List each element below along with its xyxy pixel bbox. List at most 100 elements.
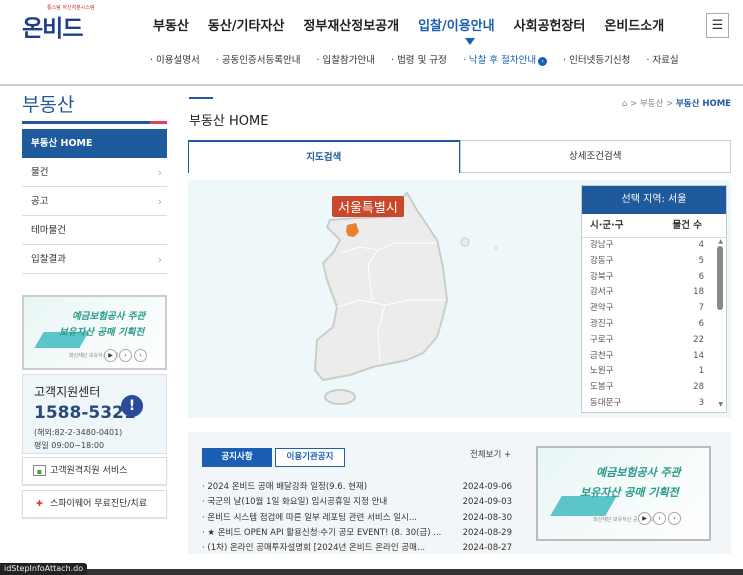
banner-line2: 보유자산 공매 기획전 bbox=[59, 327, 145, 338]
scroll-up-icon[interactable]: ▲ bbox=[718, 238, 723, 245]
region-row[interactable]: 금천구 14 bbox=[582, 349, 726, 365]
region-row[interactable]: 광진구 6 bbox=[582, 317, 726, 333]
notice-date: 2024-08-30 bbox=[462, 512, 512, 523]
prev-icon[interactable]: ‹ bbox=[119, 349, 132, 362]
notice-item[interactable]: · 국군의 날(10월 1일 화요일) 임시공휴일 지정 안내 2024-09-0… bbox=[202, 495, 512, 510]
nav-gov-property[interactable]: 정부재산정보공개 bbox=[303, 15, 399, 34]
scrollbar-thumb[interactable] bbox=[717, 246, 723, 310]
region-header: 선택 지역: 서울 bbox=[582, 186, 726, 214]
subnav-library[interactable]: · 자료실 bbox=[646, 53, 678, 68]
promo-banner-right[interactable]: 예금보험공사 주관 보유자산 공매 기획전 파산재단 보유자산 공매 기획 ▶ ‹… bbox=[536, 446, 711, 541]
breadcrumb-item[interactable]: 부동산 bbox=[640, 99, 663, 109]
subnav-after-award[interactable]: · 낙찰 후 절차안내 › bbox=[462, 53, 548, 68]
banner-controls: ▶ ‹ › bbox=[638, 512, 681, 525]
region-row[interactable]: 노원구 1 bbox=[582, 364, 726, 380]
item-count: 5 bbox=[698, 255, 704, 266]
view-all-link[interactable]: 전체보기 + bbox=[470, 448, 511, 460]
region-row[interactable]: 관악구 7 bbox=[582, 301, 726, 317]
notice-item[interactable]: · 2024 온비드 공매 배달강좌 일정(9.6. 현재) 2024-09-06 bbox=[202, 480, 512, 495]
breadcrumb-current: 부동산 HOME bbox=[675, 99, 731, 109]
subnav-certificate[interactable]: · 공동인증서등록안내 bbox=[216, 53, 301, 68]
chevron-circle-icon: › bbox=[538, 57, 548, 66]
sidebar-item-label: 물건 bbox=[31, 167, 49, 178]
tab-agency-notices[interactable]: 이용기관공지 bbox=[275, 448, 345, 467]
banner-line1: 예금보험공사 주관 bbox=[72, 311, 146, 322]
sidebar-item-items[interactable]: 물건 › bbox=[22, 158, 167, 187]
sidebar-item-home[interactable]: 부동산 HOME bbox=[22, 129, 167, 158]
hamburger-icon: ☰ bbox=[711, 18, 724, 33]
region-row[interactable]: 강동구 5 bbox=[582, 254, 726, 270]
notice-list: · 2024 온비드 공매 배달강좌 일정(9.6. 현재) 2024-09-06… bbox=[202, 480, 512, 556]
hamburger-menu-button[interactable]: ☰ bbox=[706, 13, 729, 38]
nav-social-market[interactable]: 사회공헌장터 bbox=[514, 15, 586, 34]
nav-real-estate[interactable]: 부동산 bbox=[153, 15, 189, 34]
prev-icon[interactable]: ‹ bbox=[653, 512, 666, 525]
district-name: 광진구 bbox=[590, 318, 614, 329]
banner-line2: 보유자산 공매 기획전 bbox=[580, 486, 679, 499]
district-name: 노원구 bbox=[590, 366, 614, 377]
selected-region-text: 서울특별시 bbox=[338, 201, 398, 216]
notice-title: · 2024 온비드 공매 배달강좌 일정(9.6. 현재) bbox=[202, 482, 368, 492]
notice-date: 2024-08-27 bbox=[462, 543, 512, 554]
district-name: 강북구 bbox=[590, 271, 614, 282]
nav-about[interactable]: 온비드소개 bbox=[604, 15, 664, 34]
sidebar-item-theme[interactable]: 테마물건 bbox=[22, 216, 167, 245]
sidebar-title: 부동산 bbox=[22, 94, 75, 116]
item-count: 6 bbox=[698, 318, 704, 329]
tab-notices[interactable]: 공지사항 bbox=[202, 448, 272, 467]
region-row[interactable]: 구로구 22 bbox=[582, 333, 726, 349]
subnav-after-award-label: · 낙찰 후 절차안내 bbox=[462, 55, 537, 66]
region-row[interactable]: 도봉구 28 bbox=[582, 380, 726, 396]
item-count: 3 bbox=[698, 397, 704, 408]
next-icon[interactable]: › bbox=[134, 349, 147, 362]
notice-item[interactable]: · ★ 온비드 OPEN API 활용신청·수기 공모 EVENT! (8. 3… bbox=[202, 526, 512, 541]
sidebar-item-label: 테마물건 bbox=[31, 225, 66, 236]
header-divider bbox=[0, 84, 743, 86]
sidebar-item-results[interactable]: 입찰결과 › bbox=[22, 245, 167, 274]
col-count: 물건 수 bbox=[672, 220, 702, 231]
chevron-right-icon: › bbox=[157, 195, 162, 208]
banner-line1: 예금보험공사 주관 bbox=[596, 466, 681, 479]
sidebar-menu: 부동산 HOME 물건 › 공고 › 테마물건 입찰결과 › bbox=[22, 129, 167, 274]
notice-item[interactable]: · 온비드 시스템 점검에 따른 일부 레포팅 관련 서비스 일시... 2024… bbox=[202, 511, 512, 526]
subnav-laws[interactable]: · 법령 및 규정 bbox=[391, 53, 447, 68]
notice-item[interactable]: · (1차) 온라인 공매투자설명회 [2024년 온비드 온라인 공매... 2… bbox=[202, 541, 512, 556]
cs-hours: 평일 09:00~18:00 bbox=[34, 441, 105, 450]
promo-banner-left[interactable]: 예금보험공사 주관 보유자산 공매 기획전 파산재단 보유자산 공매 기획 ▶ ‹… bbox=[22, 295, 167, 370]
play-icon[interactable]: ▶ bbox=[638, 512, 651, 525]
notice-section: 공지사항 이용기관공지 전체보기 + · 2024 온비드 공매 배달강좌 일정… bbox=[188, 432, 731, 554]
subnav-registry[interactable]: · 인터넷등기신청 bbox=[563, 53, 630, 68]
customer-center: 고객지원센터 1588-5321 ! (해외:82-2-3480-0401) 평… bbox=[22, 374, 167, 454]
sidebar-item-notices[interactable]: 공고 › bbox=[22, 187, 167, 216]
item-count: 7 bbox=[698, 303, 704, 314]
district-name: 동대문구 bbox=[590, 397, 622, 408]
subnav-manual[interactable]: · 이용설명서 bbox=[150, 53, 200, 68]
district-name: 강동구 bbox=[590, 255, 614, 266]
notice-date: 2024-09-06 bbox=[462, 482, 512, 492]
region-row[interactable]: 동대문구 3 bbox=[582, 396, 726, 412]
play-icon[interactable]: ▶ bbox=[104, 349, 117, 362]
bottom-bar bbox=[0, 569, 743, 575]
remote-support-button[interactable]: ▪ 고객원격지원 서비스 bbox=[22, 457, 167, 485]
nav-movable-assets[interactable]: 동산/기타자산 bbox=[208, 15, 285, 34]
item-count: 14 bbox=[693, 350, 704, 361]
subnav-bid-participation[interactable]: · 입찰참가안내 bbox=[317, 53, 375, 68]
tab-detail-search[interactable]: 상세조건검색 bbox=[459, 140, 731, 173]
tab-map-search[interactable]: 지도검색 bbox=[188, 140, 460, 173]
notice-title: · (1차) 온라인 공매투자설명회 [2024년 온비드 온라인 공매... bbox=[202, 543, 426, 554]
cs-title: 고객지원센터 bbox=[34, 385, 101, 399]
spyware-scan-button[interactable]: ✚ 스파이웨어 무료진단/치료 bbox=[22, 490, 167, 518]
region-row[interactable]: 강북구 6 bbox=[582, 270, 726, 286]
district-name: 구로구 bbox=[590, 334, 614, 345]
col-district: 시·군·구 bbox=[590, 220, 624, 231]
selected-region-label: 서울특별시 bbox=[332, 196, 404, 217]
nav-bid-guide[interactable]: 입찰/이용안내 bbox=[418, 15, 495, 34]
region-row[interactable]: 강서구 18 bbox=[582, 285, 726, 301]
notice-title: · 온비드 시스템 점검에 따른 일부 레포팅 관련 서비스 일시... bbox=[202, 512, 417, 523]
region-row[interactable]: 강남구 4 bbox=[582, 238, 726, 254]
search-tabs: 지도검색 상세조건검색 bbox=[188, 140, 731, 173]
next-icon[interactable]: › bbox=[668, 512, 681, 525]
item-count: 18 bbox=[693, 287, 704, 298]
home-icon[interactable]: ⌂ bbox=[622, 99, 627, 109]
scroll-down-icon[interactable]: ▼ bbox=[718, 401, 723, 408]
